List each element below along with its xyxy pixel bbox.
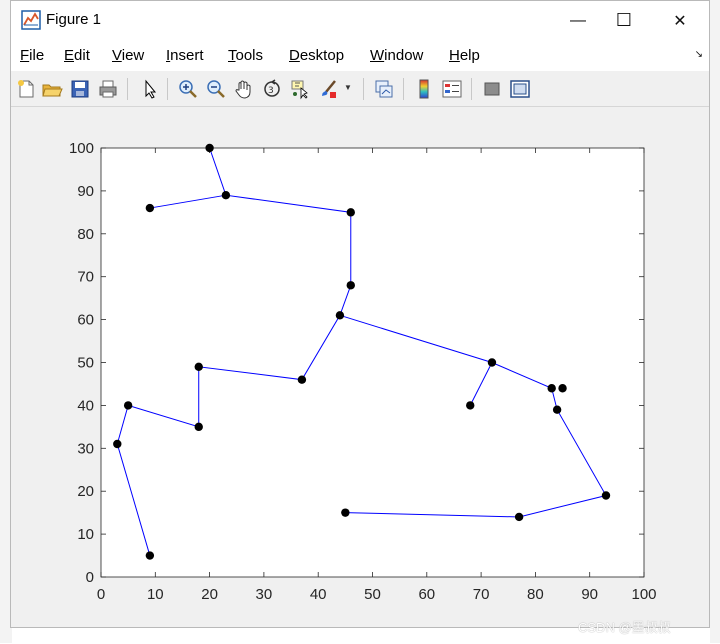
figure-window: Figure 1 — ☐ ✕ File Edit View Insert Too… xyxy=(10,0,710,628)
y-tick-label: 100 xyxy=(69,140,94,157)
x-tick-label: 10 xyxy=(147,586,164,603)
y-tick-label: 50 xyxy=(77,355,94,372)
data-point-marker xyxy=(297,375,307,384)
x-tick-label: 80 xyxy=(527,586,544,603)
axes-background xyxy=(100,147,645,578)
data-point-marker xyxy=(346,281,355,290)
y-tick-label: 60 xyxy=(77,312,94,329)
x-tick-label: 100 xyxy=(631,586,656,603)
data-point-marker xyxy=(145,551,155,560)
y-tick-label: 20 xyxy=(77,483,94,500)
data-point-marker xyxy=(547,384,556,393)
data-point-marker xyxy=(145,203,155,213)
x-tick-label: 30 xyxy=(256,586,273,603)
x-tick-label: 20 xyxy=(201,586,218,603)
x-tick-labels: 0 10 20 30 40 50 60 70 80 90 100 xyxy=(97,586,657,603)
data-point-marker xyxy=(335,311,345,320)
data-point-marker xyxy=(514,512,524,522)
data-point-marker xyxy=(123,401,133,410)
data-point-marker xyxy=(601,491,611,500)
y-tick-label: 0 xyxy=(86,569,94,586)
y-tick-labels: 0 10 20 30 40 50 60 70 80 90 100 xyxy=(69,140,94,586)
csdn-watermark: CSDN @墨叔叔 xyxy=(578,620,671,635)
y-tick-label: 40 xyxy=(77,397,94,414)
x-tick-label: 50 xyxy=(364,586,381,603)
data-point-marker xyxy=(194,362,203,371)
x-tick-label: 70 xyxy=(473,586,490,603)
data-point-marker xyxy=(558,384,567,393)
x-tick-label: 60 xyxy=(418,586,435,603)
y-tick-label: 30 xyxy=(77,440,94,457)
data-point-marker xyxy=(341,508,350,517)
plot-svg: 0 10 20 30 40 50 60 70 80 90 100 0 10 20 30 40 50 60 70 80… xyxy=(69,140,657,603)
y-tick-label: 10 xyxy=(77,526,94,543)
data-point-marker xyxy=(205,143,214,153)
y-tick-label: 70 xyxy=(77,269,94,286)
x-tick-label: 90 xyxy=(581,586,598,603)
data-point-marker xyxy=(194,422,203,432)
x-tick-label: 40 xyxy=(310,586,327,603)
data-point-marker xyxy=(466,401,475,410)
figure-canvas: 0 10 20 30 40 50 60 70 80 90 100 0 10 20 30 40 50 60 70 80… xyxy=(11,107,709,627)
data-point-marker xyxy=(487,358,497,367)
y-tick-label: 90 xyxy=(77,183,94,200)
data-point-marker xyxy=(221,190,231,200)
data-point-marker xyxy=(552,405,562,414)
y-tick-label: 80 xyxy=(77,226,94,243)
data-point-marker xyxy=(113,439,122,449)
x-tick-label: 0 xyxy=(97,586,105,603)
data-point-marker xyxy=(346,208,355,217)
